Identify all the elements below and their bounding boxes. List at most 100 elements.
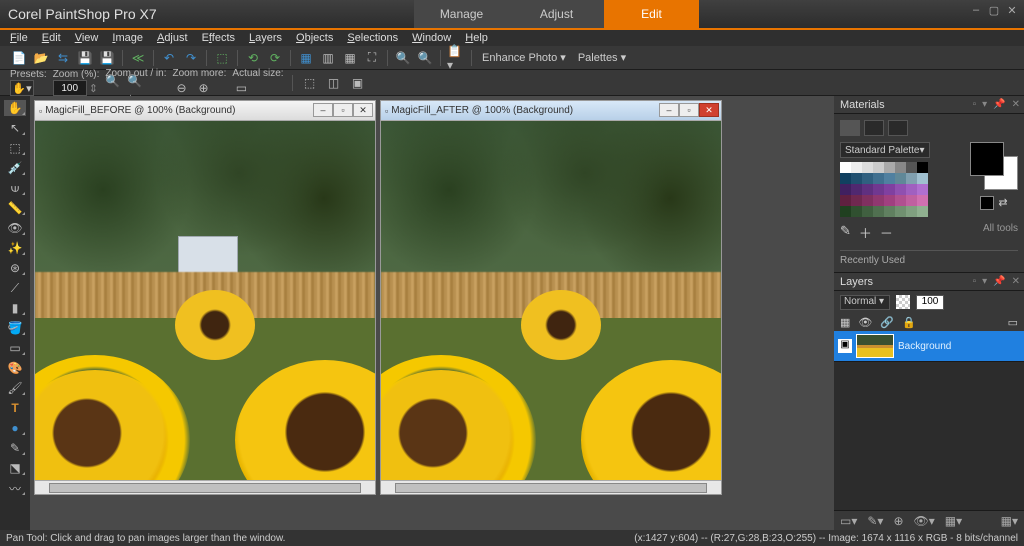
swatch-grid[interactable] <box>840 162 930 217</box>
layer-row-background[interactable]: ▣ Background <box>834 331 1024 361</box>
color-swatch[interactable] <box>884 173 895 184</box>
smudge-tool[interactable]: 〰 <box>4 480 26 496</box>
menu-help[interactable]: Help <box>465 32 488 44</box>
menu-selections[interactable]: Selections <box>347 32 398 44</box>
scratch-tool[interactable]: ⟋ <box>4 280 26 296</box>
zoom-more-out-btn[interactable]: ⊖ <box>173 79 191 97</box>
crop-tool[interactable]: ⟒ <box>4 180 26 196</box>
color-swatch[interactable] <box>851 173 862 184</box>
foreground-swatch[interactable] <box>970 142 1004 176</box>
panel-close-icon[interactable]: ✕ <box>1012 276 1020 287</box>
lock-icon[interactable]: 🔒 <box>902 316 916 329</box>
grid-icon[interactable]: ▦ <box>341 49 359 67</box>
color-swatch[interactable] <box>851 184 862 195</box>
swap-colors-icon[interactable]: ⇄ <box>998 196 1007 210</box>
color-swatch[interactable] <box>906 206 917 217</box>
h-scrollbar[interactable] <box>35 480 375 494</box>
menu-image[interactable]: Image <box>112 32 143 44</box>
pan-tool[interactable]: ✋ <box>4 100 26 116</box>
dock-menu-icon[interactable]: ▫ <box>973 99 977 110</box>
layer-settings-icon[interactable]: ▦▾ <box>1001 514 1018 528</box>
color-swatch[interactable] <box>851 206 862 217</box>
color-swatch[interactable] <box>895 206 906 217</box>
zoom-more-in-btn[interactable]: ⊕ <box>195 79 213 97</box>
saveas-icon[interactable]: 💾 <box>98 49 116 67</box>
fit-image-icon[interactable]: ◫ <box>325 74 343 92</box>
color-swatch[interactable] <box>906 162 917 173</box>
img-minimize-icon[interactable]: – <box>659 103 679 117</box>
pin-icon[interactable]: 📌 <box>993 276 1005 287</box>
zoom-value[interactable]: 100 <box>53 80 87 96</box>
straighten-tool[interactable]: 📏 <box>4 200 26 216</box>
color-swatch[interactable] <box>884 184 895 195</box>
merge-icon[interactable]: ▦▾ <box>945 514 962 528</box>
color-swatch[interactable] <box>917 184 928 195</box>
pen-tool[interactable]: ✎ <box>4 440 26 456</box>
color-swatch[interactable] <box>906 195 917 206</box>
tab-manage[interactable]: Manage <box>414 0 509 28</box>
shape-tool[interactable]: ● <box>4 420 26 436</box>
redo-icon[interactable]: ↷ <box>182 49 200 67</box>
fill-tool[interactable]: 🪣 <box>4 320 26 336</box>
img-close-icon[interactable]: ✕ <box>353 103 373 117</box>
visibility-icon[interactable]: 👁 <box>858 316 872 329</box>
brush-tool[interactable]: 🖌 <box>4 380 26 396</box>
blend-mode-select[interactable]: Normal ▾ <box>840 295 890 310</box>
rotate-left-icon[interactable]: ⟲ <box>244 49 262 67</box>
minimize-icon[interactable]: – <box>970 4 982 16</box>
fit-window-icon[interactable]: ⬚ <box>301 74 319 92</box>
color-swatch[interactable] <box>884 162 895 173</box>
color-swatch[interactable] <box>862 206 873 217</box>
img-minimize-icon[interactable]: – <box>313 103 333 117</box>
color-swatch[interactable] <box>862 195 873 206</box>
menu-edit[interactable]: Edit <box>42 32 61 44</box>
color-swatch[interactable] <box>895 184 906 195</box>
save-icon[interactable]: 💾 <box>76 49 94 67</box>
zoom-stepper[interactable]: ⇕ <box>89 82 98 95</box>
zoom-out-btn[interactable]: 🔍₋ <box>105 79 123 97</box>
menu-effects[interactable]: Effects <box>202 32 235 44</box>
color-swatch[interactable] <box>862 173 873 184</box>
color-swatch[interactable] <box>873 162 884 173</box>
autohide-icon[interactable]: ▾ <box>982 99 987 110</box>
duplicate-layer-icon[interactable]: ⊕ <box>893 514 903 528</box>
color-swatch[interactable] <box>851 162 862 173</box>
open-icon[interactable]: 📂 <box>32 49 50 67</box>
menu-adjust[interactable]: Adjust <box>157 32 188 44</box>
color-swatch[interactable] <box>917 195 928 206</box>
color-swatch[interactable] <box>840 184 851 195</box>
fullscreen-icon[interactable]: ⛶ <box>363 49 381 67</box>
new-layer-icon[interactable]: ▦ <box>840 316 850 329</box>
zoom-in-icon[interactable]: 🔍 <box>394 49 412 67</box>
color-swatch[interactable] <box>895 195 906 206</box>
zoom-out-icon[interactable]: 🔍 <box>416 49 434 67</box>
image-content-before[interactable] <box>35 121 375 480</box>
color-swatch[interactable] <box>840 195 851 206</box>
color-swatch[interactable] <box>895 162 906 173</box>
zoom-in-btn[interactable]: 🔍₊ <box>127 79 145 97</box>
color-swatch[interactable] <box>884 206 895 217</box>
organizer-icon[interactable]: ▦ <box>297 49 315 67</box>
panel-close-icon[interactable]: ✕ <box>1012 99 1020 110</box>
move-tool[interactable]: ↖ <box>4 120 26 136</box>
color-swatch[interactable] <box>873 195 884 206</box>
menu-layers[interactable]: Layers <box>249 32 282 44</box>
color-swatch[interactable] <box>840 162 851 173</box>
layers-tab[interactable]: Layers ▫▾📌✕ <box>834 273 1024 291</box>
color-swatch[interactable] <box>906 184 917 195</box>
fit-all-icon[interactable]: ▣ <box>349 74 367 92</box>
expand-icon[interactable]: ▭ <box>1008 316 1018 329</box>
image-titlebar-after[interactable]: ▫ MagicFill_AFTER @ 100% (Background) – … <box>381 101 721 121</box>
rotate-right-icon[interactable]: ⟳ <box>266 49 284 67</box>
menu-window[interactable]: Window <box>412 32 451 44</box>
color-swatch[interactable] <box>873 184 884 195</box>
resize-icon[interactable]: ⬚ <box>213 49 231 67</box>
color-swatch[interactable] <box>917 162 928 173</box>
img-maximize-icon[interactable]: ▫ <box>679 103 699 117</box>
dropper-tool[interactable]: 💉 <box>4 160 26 176</box>
color-swatch[interactable] <box>840 173 851 184</box>
new-mask-icon[interactable]: ✎▾ <box>867 514 883 528</box>
eyedropper-icon[interactable]: ✎ <box>840 223 851 242</box>
color-swatch[interactable] <box>917 173 928 184</box>
color-swatch[interactable] <box>884 195 895 206</box>
